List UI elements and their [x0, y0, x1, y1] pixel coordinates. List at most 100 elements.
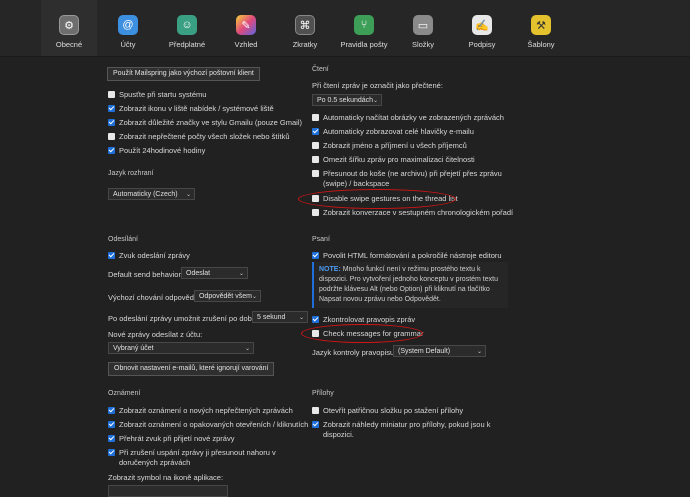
chevron-down-icon: ⌄	[298, 315, 304, 321]
section-heading: Oznámení	[108, 390, 141, 397]
checkbox[interactable]	[312, 252, 319, 259]
tab-signatures[interactable]: ✍ Podpisy	[454, 0, 510, 56]
section-heading: Přílohy	[312, 390, 334, 397]
checkbox[interactable]	[312, 156, 319, 163]
checkbox-row[interactable]: Zobrazit nepřečtené počty všech složek n…	[108, 132, 290, 142]
tab-general[interactable]: ⚙ Obecné	[41, 0, 97, 56]
checkbox-row[interactable]: Zobrazit náhledy miniatur pro přílohy, p…	[312, 420, 502, 440]
checkbox[interactable]	[108, 407, 115, 414]
mark-read-select[interactable]: Po 0.5 sekundách ⌄	[312, 94, 382, 106]
select-value: 5 sekund	[257, 314, 286, 321]
checkbox-row[interactable]: Povolit HTML formátování a pokročilé nás…	[312, 251, 502, 261]
section-heading: Psaní	[312, 236, 330, 243]
folder-icon: ▭	[413, 15, 433, 35]
checkbox-row[interactable]: Přehrát zvuk při přijetí nové zprávy	[108, 434, 234, 444]
checkbox-label: Použít 24hodinové hodiny	[119, 146, 206, 155]
checkbox-row[interactable]: Při zrušení uspání zprávy ji přesunout n…	[108, 448, 308, 468]
checkbox[interactable]	[108, 105, 115, 112]
checkbox[interactable]	[312, 170, 319, 177]
checkbox-row[interactable]: Omezit šířku zpráv pro maximalizaci čite…	[312, 155, 475, 165]
checkbox-label: Automaticky načítat obrázky ve zobrazený…	[323, 113, 504, 122]
tab-accounts[interactable]: @ Účty	[100, 0, 156, 56]
reset-warnings-button[interactable]: Obnovit nastavení e-mailů, které ignoruj…	[108, 362, 275, 376]
chevron-down-icon: ⌄	[476, 349, 482, 355]
checkbox-row[interactable]: Automaticky zobrazovat celé hlavičky e-m…	[312, 127, 474, 137]
checkbox-label: Spusťte při startu systému	[119, 90, 207, 99]
spell-lang-select[interactable]: (System Default) ⌄	[393, 345, 486, 357]
gear-icon: ⚙	[59, 15, 79, 35]
reply-behavior-select[interactable]: Odpovědět všem ⌄	[194, 290, 261, 302]
section-heading: Jazyk rozhraní	[108, 170, 154, 177]
tab-subscription[interactable]: ☺ Předplatné	[159, 0, 215, 56]
checkbox-row[interactable]: Zvuk odeslání zprávy	[108, 251, 190, 261]
reply-behavior-label: Výchozí chování odpovědi:	[108, 293, 198, 302]
mark-read-label: Při čtení zpráv je označit jako přečtené…	[312, 81, 443, 90]
section-heading: Čtení	[312, 66, 329, 73]
badge-select[interactable]	[108, 485, 228, 497]
checkbox-label: Zvuk odeslání zprávy	[119, 251, 190, 260]
palette-icon: ✎	[236, 15, 256, 35]
checkbox-label: Automaticky zobrazovat celé hlavičky e-m…	[323, 127, 474, 136]
note-text: Mnoho funkcí není v režimu prostého text…	[319, 266, 498, 303]
checkbox[interactable]	[108, 147, 115, 154]
set-default-client-button[interactable]: Použít Mailspring jako výchozí poštovní …	[107, 67, 260, 81]
checkbox[interactable]	[108, 421, 115, 428]
checkbox[interactable]	[312, 142, 319, 149]
checkbox-row[interactable]: Zobrazit oznámení o opakovaných otevření…	[108, 420, 308, 430]
checkbox-label: Přesunout do koše (ne archivu) při přeje…	[323, 169, 502, 188]
checkbox-row[interactable]: Zobrazit důležité značky ve stylu Gmailu…	[108, 118, 302, 128]
person-icon: ☺	[177, 15, 197, 35]
checkbox-row[interactable]: Zobrazit oznámení o nových nepřečtených …	[108, 406, 293, 416]
checkbox-row[interactable]: Použít 24hodinové hodiny	[108, 146, 205, 156]
checkbox[interactable]	[108, 435, 115, 442]
checkbox-row[interactable]: Zobrazit ikonu v liště nabídek / systémo…	[108, 104, 274, 114]
checkbox-row[interactable]: Přesunout do koše (ne archivu) při přeje…	[312, 169, 502, 189]
checkbox[interactable]	[312, 421, 319, 428]
checkbox[interactable]	[312, 128, 319, 135]
select-value: (System Default)	[398, 348, 451, 355]
plaintext-note: NOTE: Mnoho funkcí není v režimu prostéh…	[312, 262, 508, 308]
checkbox[interactable]	[108, 119, 115, 126]
checkbox[interactable]	[108, 91, 115, 98]
checkbox-label: Zobrazit náhledy miniatur pro přílohy, p…	[323, 420, 491, 439]
select-value: Odpovědět všem	[199, 293, 252, 300]
select-value: Odeslat	[186, 270, 211, 277]
spell-lang-label: Jazyk kontroly pravopisu:	[312, 348, 397, 357]
tab-label: Šablony	[527, 40, 555, 49]
chevron-down-icon: ⌄	[251, 294, 257, 300]
checkbox-label: Zobrazit jméno a příjmení u všech příjem…	[323, 141, 467, 150]
checkbox-row[interactable]: Zobrazit jméno a příjmení u všech příjem…	[312, 141, 467, 151]
checkbox[interactable]	[108, 449, 115, 456]
checkbox-row[interactable]: Otevřít patřičnou složku po stažení příl…	[312, 406, 463, 416]
checkbox[interactable]	[108, 252, 115, 259]
preferences-toolbar: ⚙ Obecné @ Účty ☺ Předplatné ✎ Vzhled ⌘ …	[0, 0, 690, 57]
checkbox[interactable]	[312, 407, 319, 414]
mail-rules-icon: ⑂	[354, 15, 374, 35]
tab-templates[interactable]: ⚒ Šablony	[513, 0, 569, 56]
send-from-label: Nové zprávy odesílat z účtu:	[108, 330, 203, 339]
checkbox[interactable]	[312, 114, 319, 121]
chevron-down-icon: ⌄	[372, 98, 378, 104]
checkbox-label: Povolit HTML formátování a pokročilé nás…	[323, 251, 502, 260]
send-from-select[interactable]: Vybraný účet ⌄	[108, 342, 254, 354]
note-prefix: NOTE:	[319, 266, 341, 273]
default-send-label: Default send behavior:	[108, 270, 184, 279]
language-select[interactable]: Automaticky (Czech) ⌄	[108, 188, 195, 200]
tab-shortcuts[interactable]: ⌘ Zkratky	[277, 0, 333, 56]
undo-send-label: Po odeslání zprávy umožnit zrušení po do…	[108, 314, 259, 323]
select-value: Po 0.5 sekundách	[317, 97, 374, 104]
tab-mail-rules[interactable]: ⑂ Pravidla pošty	[336, 0, 392, 56]
select-value: Automaticky (Czech)	[113, 191, 178, 198]
checkbox-row[interactable]: Spusťte při startu systému	[108, 90, 206, 100]
checkbox-row[interactable]: Zobrazit konverzace v sestupném chronolo…	[312, 208, 513, 218]
tab-appearance[interactable]: ✎ Vzhled	[218, 0, 274, 56]
checkbox[interactable]	[108, 133, 115, 140]
tab-folders[interactable]: ▭ Složky	[395, 0, 451, 56]
checkbox[interactable]	[312, 209, 319, 216]
checkbox-label: Zobrazit důležité značky ve stylu Gmailu…	[119, 118, 302, 127]
checkbox-row[interactable]: Automaticky načítat obrázky ve zobrazený…	[312, 113, 504, 123]
undo-send-select[interactable]: 5 sekund ⌄	[252, 311, 308, 323]
checkbox[interactable]	[312, 316, 319, 323]
annotation-ellipse	[298, 189, 456, 209]
default-send-select[interactable]: Odeslat ⌄	[181, 267, 248, 279]
